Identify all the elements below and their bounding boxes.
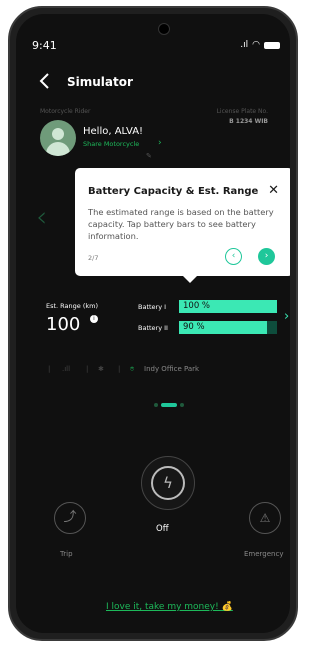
trip-label: Trip — [60, 550, 73, 558]
status-bar: 9:41 .ıl ◠ — [16, 14, 290, 54]
power-label: Off — [156, 524, 169, 534]
pencil-icon[interactable]: ✎ — [146, 152, 152, 160]
camera-icon — [158, 23, 170, 35]
info-icon[interactable]: i — [90, 315, 98, 323]
wifi-icon: ◠ — [252, 40, 260, 50]
tooltip-body: The estimated range is based on the batt… — [88, 207, 274, 241]
emergency-label: Emergency — [244, 550, 284, 558]
siren-icon: ⚠ — [259, 511, 271, 525]
page-dot[interactable] — [154, 403, 158, 407]
power-button[interactable]: ϟ — [141, 456, 195, 510]
status-time: 9:41 — [32, 39, 57, 52]
tooltip-title: Battery Capacity & Est. Range — [88, 186, 259, 197]
chevron-right-icon[interactable]: › — [158, 138, 162, 148]
battery2-label: Battery II — [138, 324, 168, 332]
greeting: Hello, ALVA! — [83, 126, 144, 137]
divider-icon: | — [86, 365, 89, 373]
avatar-body — [46, 142, 70, 156]
page-dot-active[interactable] — [161, 403, 177, 407]
tooltip-step-counter: 2/7 — [88, 254, 99, 262]
header: Simulator — [16, 72, 290, 96]
signal-icon: .ıl — [240, 40, 249, 50]
signal-strength-icon: .ıll — [62, 365, 71, 373]
page-indicator — [154, 403, 184, 407]
share-motorcycle-link[interactable]: Share Motorcycle — [83, 140, 139, 148]
divider-icon: | — [48, 365, 51, 373]
app-screen: 9:41 .ıl ◠ Simulator Motorcycle Rider Li… — [16, 14, 290, 633]
page-title: Simulator — [67, 75, 133, 89]
page-dot[interactable] — [180, 403, 184, 407]
avatar — [40, 120, 76, 156]
vehicle-status-row: | .ıll | ✱ | ⌾ Indy Office Park — [46, 365, 286, 379]
purchase-link[interactable]: I love it, take my money! 💰 — [106, 602, 233, 612]
battery1-percent: 100 % — [183, 301, 211, 311]
emergency-button[interactable]: ⚠ — [249, 502, 281, 534]
battery-status-icon — [264, 41, 280, 49]
location-pin-icon: ⌾ — [130, 365, 135, 373]
battery2-percent: 90 % — [183, 322, 205, 332]
onboarding-tooltip: Battery Capacity & Est. Range ✕ The esti… — [75, 168, 290, 283]
battery1-bar[interactable]: 100 % — [179, 300, 277, 313]
range-value: 100 — [46, 314, 81, 335]
battery2-bar[interactable]: 90 % — [179, 321, 277, 334]
plate-label: License Plate No. — [216, 108, 268, 115]
bluetooth-icon: ✱ — [98, 365, 104, 373]
rider-label: Motorcycle Rider — [40, 108, 91, 115]
lightning-icon: ϟ — [151, 466, 185, 500]
back-arrow-icon[interactable] — [38, 72, 52, 90]
trip-button[interactable]: ⤴ — [54, 502, 86, 534]
tooltip-prev-button[interactable]: ‹ — [225, 248, 242, 265]
phone-frame: 9:41 .ıl ◠ Simulator Motorcycle Rider Li… — [8, 6, 298, 641]
status-icons: .ıl ◠ — [240, 40, 280, 50]
avatar-head — [52, 128, 64, 140]
battery-detail-chevron-icon[interactable]: › — [284, 309, 289, 324]
location-text: Indy Office Park — [144, 365, 200, 373]
close-icon[interactable]: ✕ — [268, 183, 279, 198]
route-icon: ⤴ — [63, 510, 77, 525]
plate-value: B 1234 WIB — [229, 118, 268, 125]
battery1-label: Battery I — [138, 303, 167, 311]
carousel-prev-icon[interactable]: ‹ — [36, 200, 47, 233]
divider-icon: | — [118, 365, 121, 373]
range-label: Est. Range (km) — [46, 302, 99, 310]
tooltip-next-button[interactable]: › — [258, 248, 275, 265]
